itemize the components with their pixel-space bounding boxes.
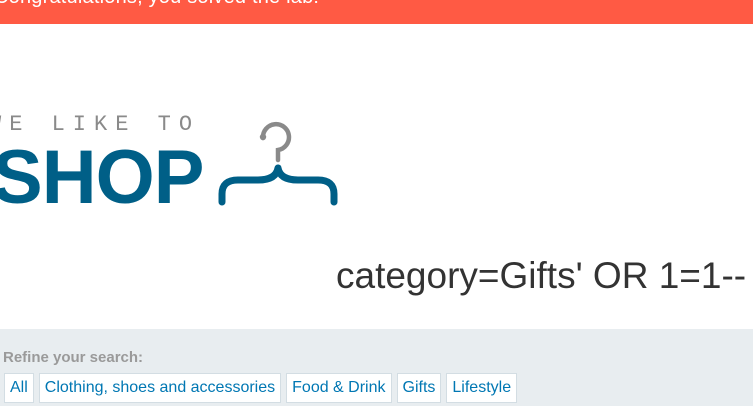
logo-wordmark: SHOP (0, 135, 204, 220)
filter-link-food-drink[interactable]: Food & Drink (286, 373, 392, 403)
banner-message: Congratulations, you solved the lab! (0, 0, 319, 9)
site-logo[interactable]: WE LIKE TO SHOP (0, 110, 360, 220)
filter-link-gifts[interactable]: Gifts (396, 373, 442, 403)
logo-tagline: WE LIKE TO (0, 112, 201, 137)
page: Congratulations, you solved the lab! WE … (0, 0, 753, 406)
notification-banner: Congratulations, you solved the lab! (0, 0, 753, 24)
filter-links: All Clothing, shoes and accessories Food… (4, 373, 518, 403)
hanger-icon (218, 121, 338, 206)
filter-label: Refine your search: (3, 349, 144, 366)
filter-link-all[interactable]: All (4, 373, 34, 403)
page-title: category=Gifts' OR 1=1-- (336, 255, 747, 296)
filter-panel: Refine your search: All Clothing, shoes … (0, 329, 753, 406)
filter-link-lifestyle[interactable]: Lifestyle (446, 373, 518, 403)
filter-link-clothing[interactable]: Clothing, shoes and accessories (38, 373, 282, 403)
